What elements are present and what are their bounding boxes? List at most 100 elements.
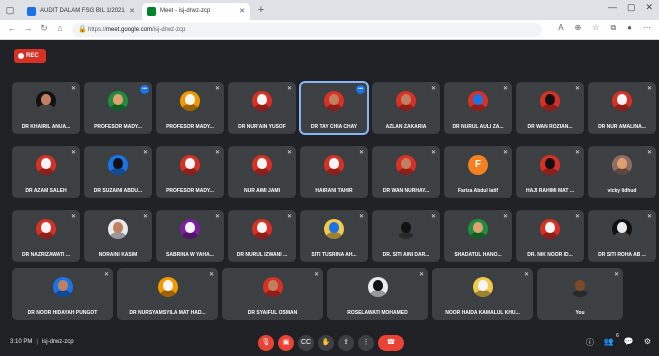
activities-icon[interactable]: ⚙ [644, 337, 651, 348]
participant-tile[interactable]: ✕ DR NAZRIZAWATI ... [12, 210, 80, 262]
raise-hand-icon[interactable]: ✋ [318, 335, 334, 351]
participant-name: HAIRANI TAHIR [315, 188, 353, 194]
muted-mic-icon: ✕ [574, 214, 580, 220]
avatar [540, 155, 560, 175]
participant-tile[interactable]: ✕ PROFESOR MADY... [156, 146, 224, 198]
participant-tile[interactable]: ✕ DR NURUL IZWANI ... [228, 210, 296, 262]
avatar [396, 219, 416, 239]
muted-mic-icon: ✕ [214, 86, 220, 92]
muted-mic-icon: ✕ [502, 214, 508, 220]
participant-tile[interactable]: ✕ NORAINI KASIM [84, 210, 152, 262]
browser-tab-audit[interactable]: AUDIT DALAM FSG BIL 1/2021 ✕ [22, 3, 140, 20]
close-tab-icon[interactable]: ✕ [239, 3, 245, 20]
muted-mic-icon: ✕ [70, 150, 76, 156]
participant-tile[interactable]: ✕ DR. NIK NOOR ID... [516, 210, 584, 262]
participant-name: NOOR HAIDA KAMALUL KHU... [445, 310, 520, 316]
participant-tile[interactable]: ✕ SHADATUL HANO... [444, 210, 512, 262]
participant-tile[interactable]: ✕ DR AZAM SALEH [12, 146, 80, 198]
browser-tab-meet[interactable]: Meet - isj-drwz-zcp ✕ [142, 3, 250, 20]
participant-tile[interactable]: ✕ DR NURSYAMSYILA MAT HAD... [117, 268, 218, 320]
participant-tile[interactable]: ✕ AZLAN ZAKARIA [372, 82, 440, 134]
new-tab-button[interactable]: + [254, 3, 268, 17]
participant-tile[interactable]: ✕ SITI TUSRINA AH... [300, 210, 368, 262]
close-window-icon[interactable]: ✕ [645, 2, 653, 13]
participant-tile[interactable]: ✕ HAJI RAHIMI MAT ... [516, 146, 584, 198]
muted-mic-icon: ✕ [502, 150, 508, 156]
url-host: meet.google.com [106, 27, 153, 33]
participant-tile[interactable]: ✕ DR WAN ROZIAN... [516, 82, 584, 134]
participant-name: DR SITI ROHA AB ... [598, 252, 646, 258]
muted-mic-icon: ✕ [286, 86, 292, 92]
participant-tile[interactable]: ••• DR TAY CHIA CHAY [299, 81, 369, 135]
microphone-off-icon[interactable]: 🎙 [258, 335, 274, 351]
muted-mic-icon: ✕ [208, 272, 214, 278]
more-icon[interactable]: ⋯ [643, 23, 651, 33]
home-icon[interactable]: ⌂ [54, 23, 66, 33]
participant-tile[interactable]: ✕ DR SUZAINI ABDU... [84, 146, 152, 198]
recording-badge[interactable]: REC [14, 49, 46, 63]
participant-tile[interactable]: ✕ NOOR HAIDA KAMALUL KHU... [432, 268, 533, 320]
participant-tile[interactable]: ✕ DR NURUL AULI ZA... [444, 82, 512, 134]
avatar [180, 155, 200, 175]
address-bar[interactable]: 🔒 https://meet.google.com/isj-drwz-zcp [72, 23, 542, 37]
avatar [108, 219, 128, 239]
avatar [472, 277, 493, 297]
camera-off-icon[interactable]: ▣ [278, 335, 294, 351]
avatar [108, 91, 128, 111]
participant-tile[interactable]: ✕ DR NOOR HIDAYAH PUNGOT [12, 268, 113, 320]
chat-icon[interactable]: 💬 [624, 337, 634, 348]
maximize-icon[interactable]: ▢ [627, 2, 636, 13]
captions-icon[interactable]: CC [298, 335, 314, 351]
participant-tile[interactable]: ✕ SABRINA W YAHA... [156, 210, 224, 262]
present-icon[interactable]: ⇪ [338, 335, 354, 351]
participant-tile[interactable]: ✕ DR KHAIRIL ANUA... [12, 82, 80, 134]
participant-name: DR NURUL AULI ZA... [452, 124, 504, 130]
avatar [252, 91, 272, 111]
toolbar-icons: A ⊕ ☆ ⧉ ● ⋯ [558, 23, 651, 33]
minimize-icon[interactable]: — [608, 2, 617, 13]
participant-tile[interactable]: ✕ DR SYAIFUL OSMAN [222, 268, 323, 320]
muted-mic-icon: ✕ [646, 214, 652, 220]
forward-icon[interactable]: → [22, 23, 34, 33]
participant-name: DR NAZRIZAWATI ... [22, 252, 70, 258]
meeting-details-icon[interactable]: ⓘ [586, 337, 594, 348]
participant-tile[interactable]: F ✕ Fariza Abdul latif [444, 146, 512, 198]
participant-tile[interactable]: ✕ NUR AIMI JAMI [228, 146, 296, 198]
avatar [52, 277, 73, 297]
participant-tile[interactable]: ✕ HAIRANI TAHIR [300, 146, 368, 198]
participant-tile[interactable]: ✕ DR NUR AMALINA... [588, 82, 656, 134]
muted-mic-icon: ✕ [70, 86, 76, 92]
participant-tile[interactable]: ✕ ROSELAWATI MOHAMED [327, 268, 428, 320]
more-options-icon[interactable]: ⋮ [358, 335, 374, 351]
participant-tile[interactable]: ✕ DR. SITI AINI DAR... [372, 210, 440, 262]
participant-tile[interactable]: ✕ DR WAN NURHAY... [372, 146, 440, 198]
close-tab-icon[interactable]: ✕ [129, 3, 135, 20]
avatar [570, 277, 590, 297]
participant-tile[interactable]: ✕ vicky lidhud [588, 146, 656, 198]
reload-icon[interactable]: ↻ [38, 23, 50, 34]
back-icon[interactable]: ← [6, 23, 18, 33]
leave-call-button[interactable]: ☎ [378, 335, 404, 351]
url-prefix: https:// [88, 27, 107, 33]
participant-name: DR SYAIFUL OSMAN [247, 310, 298, 316]
window-menu-icon[interactable]: ▢ [4, 4, 16, 16]
muted-mic-icon: ✕ [358, 150, 364, 156]
participant-name: NUR AIMI JAMI [244, 188, 280, 194]
participant-tile[interactable]: ••• PROFESOR MADY... [84, 82, 152, 134]
avatar [612, 219, 632, 239]
zoom-icon[interactable]: ⊕ [575, 23, 582, 33]
muted-mic-icon: ✕ [313, 272, 319, 278]
participant-tile[interactable]: ✕ PROFESOR MADY... [156, 82, 224, 134]
meeting-info: 3:10 PM | isj-drwz-zcp [10, 339, 74, 345]
read-aloud-icon[interactable]: A [558, 23, 563, 33]
avatar [396, 91, 416, 111]
participant-tile[interactable]: ✕ DR SITI ROHA AB ... [588, 210, 656, 262]
favorites-icon[interactable]: ☆ [592, 23, 599, 33]
muted-mic-icon: ✕ [418, 272, 424, 278]
rec-label: REC [26, 53, 39, 59]
people-icon[interactable]: 👥 6 [604, 333, 619, 348]
participant-tile[interactable]: ✕ DR NUR'AIN YUSOF [228, 82, 296, 134]
collections-icon[interactable]: ⧉ [610, 23, 616, 33]
participant-tile[interactable]: ✕ You [537, 268, 623, 320]
profile-icon[interactable]: ● [627, 23, 632, 33]
